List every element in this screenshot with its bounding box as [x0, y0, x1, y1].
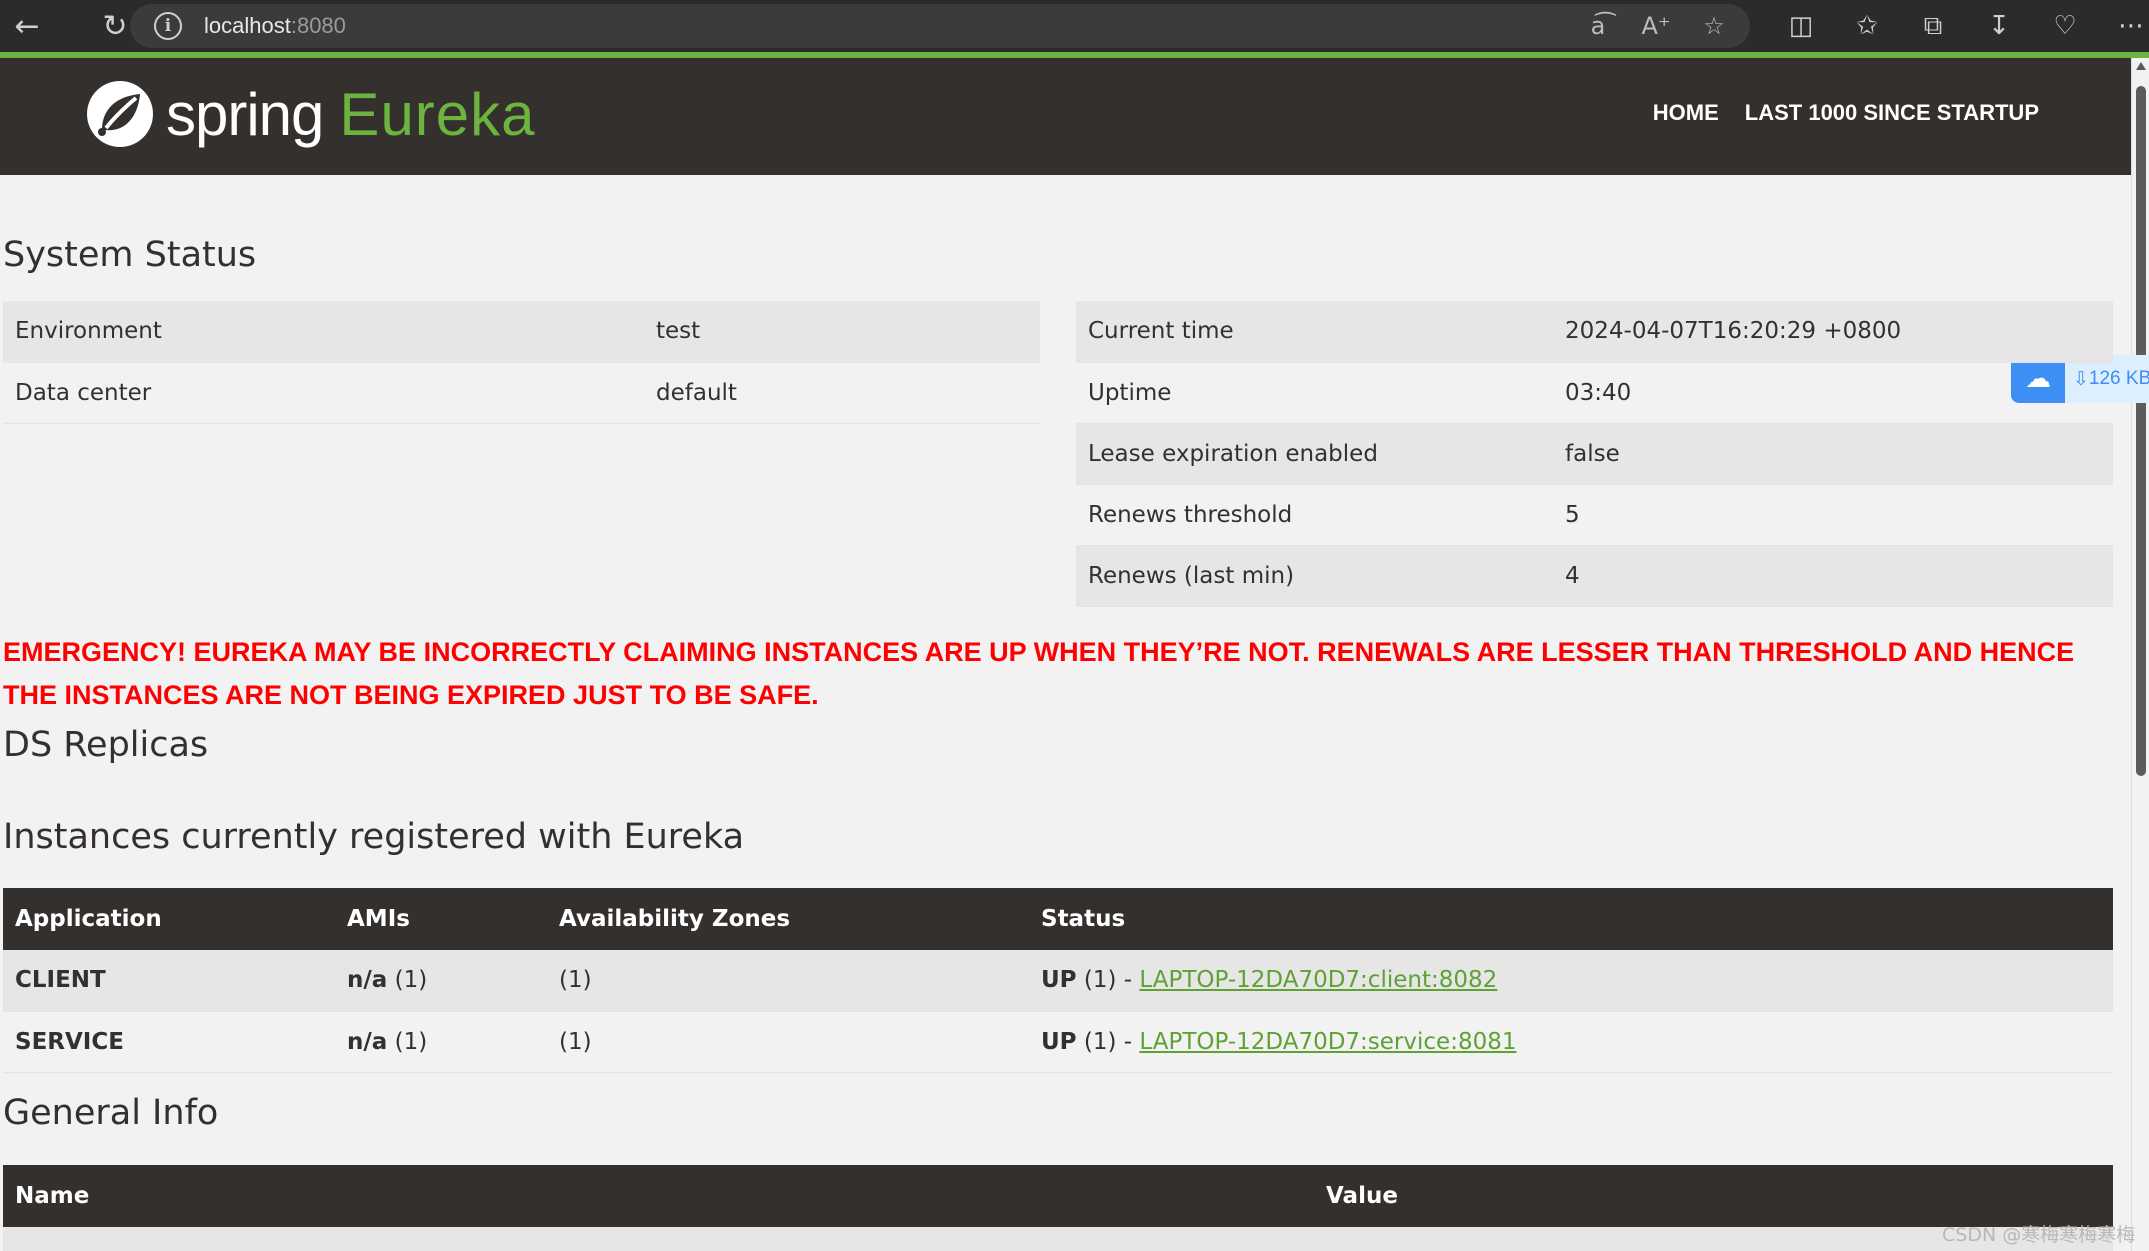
back-icon[interactable]: ← — [0, 0, 54, 52]
status-key: Environment — [3, 301, 644, 363]
logo-spring-text: spring — [166, 80, 324, 148]
column-header: Name — [3, 1165, 1314, 1227]
emergency-line-1: EMERGENCY! EUREKA MAY BE INCORRECTLY CLA… — [3, 637, 2075, 667]
column-header: Status — [1029, 888, 2113, 950]
logo-eureka-text: Eureka — [339, 80, 536, 148]
ds-replicas-title: DS Replicas — [3, 725, 209, 765]
watermark: CSDN @寒梅寒梅寒梅 — [1942, 1224, 2136, 1246]
spring-leaf-icon — [87, 81, 153, 147]
scroll-up-arrow-icon[interactable] — [2136, 62, 2146, 70]
status-key: Lease expiration enabled — [1076, 423, 1553, 485]
status-key: Uptime — [1076, 362, 1553, 424]
app-name: CLIENT — [3, 950, 335, 1012]
browser-toolbar: ← ↻ i localhost:8080 a͡ A⁺ ☆ ◫ ✩ ⧉ ↧ ♡ ⋯ — [0, 0, 2149, 52]
table-row: Lease expiration enabled false — [1076, 423, 2113, 485]
status-key: Data center — [3, 362, 644, 424]
split-screen-icon[interactable]: ◫ — [1768, 11, 1834, 41]
nav-links: HOME LAST 1000 SINCE STARTUP — [1653, 100, 2039, 126]
zones-cell: (1) — [547, 950, 1029, 1012]
nav-home-link[interactable]: HOME — [1653, 100, 1719, 126]
status-key: Renews (last min) — [1076, 545, 1553, 607]
table-header-row: Application AMIs Availability Zones Stat… — [3, 888, 2113, 950]
status-table-left: Environment test Data center default — [3, 301, 1040, 424]
favorite-star-icon[interactable]: ☆ — [1692, 12, 1736, 40]
status-value: 03:40 — [1553, 362, 2113, 424]
table-row: Data center default — [3, 362, 1040, 424]
general-info-name-cell — [3, 1227, 1314, 1251]
ami-cell: n/a (1) — [335, 1011, 547, 1073]
table-row: Uptime 03:40 — [1076, 362, 2113, 424]
status-value: test — [644, 301, 1040, 363]
status-value: default — [644, 362, 1040, 424]
zones-cell: (1) — [547, 1011, 1029, 1073]
url-text[interactable]: localhost:8080 — [204, 13, 346, 39]
status-value: 5 — [1553, 484, 2113, 546]
status-table-right: Current time 2024-04-07T16:20:29 +0800 U… — [1076, 301, 2113, 607]
table-row: Current time 2024-04-07T16:20:29 +0800 — [1076, 301, 2113, 363]
table-row: Renews (last min) 4 — [1076, 545, 2113, 607]
table-header-row: Name Value — [3, 1165, 2113, 1227]
status-key: Current time — [1076, 301, 1553, 363]
table-row: SERVICE n/a (1) (1) UP (1) - LAPTOP-12DA… — [3, 1011, 2113, 1073]
downloads-icon[interactable]: ↧ — [1966, 11, 2032, 41]
status-cell: UP (1) - LAPTOP-12DA70D7:client:8082 — [1029, 950, 2113, 1012]
column-header: AMIs — [335, 888, 547, 950]
status-cell: UP (1) - LAPTOP-12DA70D7:service:8081 — [1029, 1011, 2113, 1073]
ami-cell: n/a (1) — [335, 950, 547, 1012]
system-status-title: System Status — [3, 235, 257, 275]
instances-title: Instances currently registered with Eure… — [3, 817, 745, 857]
address-bar[interactable]: i localhost:8080 a͡ A⁺ ☆ — [130, 4, 1750, 48]
collections-icon[interactable]: ⧉ — [1900, 11, 1966, 42]
page-scrollbar[interactable] — [2131, 58, 2149, 1251]
translate-icon[interactable]: a͡ — [1576, 12, 1620, 40]
more-menu-icon[interactable]: ⋯ — [2098, 11, 2149, 41]
instances-table: Application AMIs Availability Zones Stat… — [3, 888, 2113, 1073]
instance-link[interactable]: LAPTOP-12DA70D7:service:8081 — [1139, 1029, 1516, 1055]
status-value: 2024-04-07T16:20:29 +0800 — [1553, 301, 2113, 363]
column-header: Value — [1314, 1165, 2113, 1227]
instance-link[interactable]: LAPTOP-12DA70D7:client:8082 — [1139, 967, 1497, 993]
table-row: Renews threshold 5 — [1076, 484, 2113, 546]
status-value: false — [1553, 423, 2113, 485]
emergency-line-2: THE INSTANCES ARE NOT BEING EXPIRED JUST… — [3, 680, 819, 710]
table-row: Environment test — [3, 301, 1040, 363]
table-row: CLIENT n/a (1) (1) UP (1) - LAPTOP-12DA7… — [3, 950, 2113, 1012]
site-info-icon[interactable]: i — [154, 12, 182, 40]
status-value: 4 — [1553, 545, 2113, 607]
status-key: Renews threshold — [1076, 484, 1553, 546]
scroll-thumb[interactable] — [2136, 86, 2146, 776]
spring-eureka-logo[interactable]: spring Eureka — [84, 78, 536, 150]
nav-last1000-link[interactable]: LAST 1000 SINCE STARTUP — [1745, 100, 2039, 126]
heart-pulse-icon[interactable]: ♡ — [2032, 11, 2098, 41]
emergency-warning: EMERGENCY! EUREKA MAY BE INCORRECTLY CLA… — [3, 631, 2113, 717]
read-aloud-icon[interactable]: A⁺ — [1634, 12, 1678, 40]
general-info-title: General Info — [3, 1093, 219, 1133]
table-row — [3, 1227, 2113, 1251]
app-name: SERVICE — [3, 1011, 335, 1073]
favorites-icon[interactable]: ✩ — [1834, 11, 1900, 41]
column-header: Application — [3, 888, 335, 950]
general-info-table: Name Value — [3, 1165, 2113, 1251]
column-header: Availability Zones — [547, 888, 1029, 950]
eureka-navbar: spring Eureka HOME LAST 1000 SINCE START… — [0, 58, 2131, 175]
